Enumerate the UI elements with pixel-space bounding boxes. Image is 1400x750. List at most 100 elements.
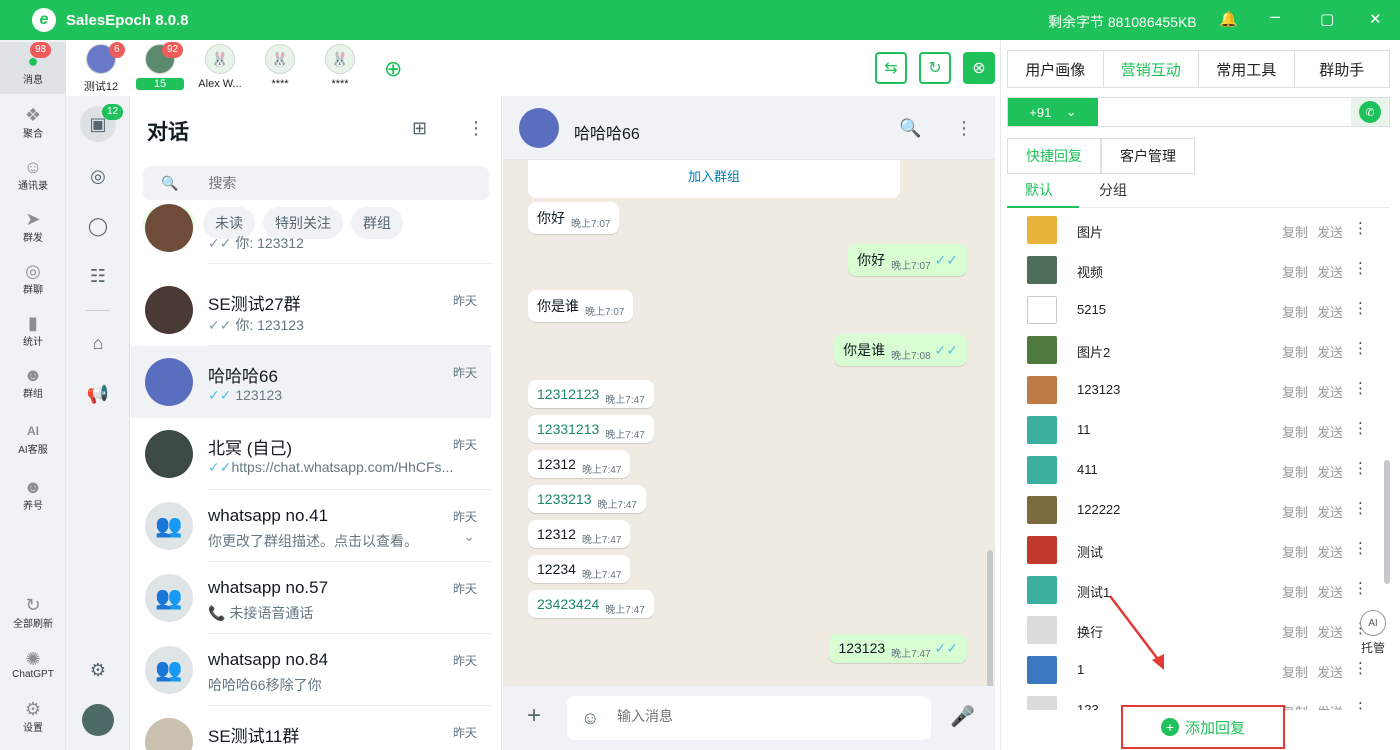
chat-row-selected[interactable]: 哈哈哈66 昨天 ✓✓ 123123: [131, 346, 491, 418]
contact-name[interactable]: 哈哈哈66: [574, 120, 640, 144]
sticker-icon[interactable]: ☺: [581, 708, 599, 729]
send-button[interactable]: 发送: [1317, 542, 1343, 561]
rail-item-ai[interactable]: AI AI客服: [0, 412, 66, 464]
chat-row[interactable]: ✓✓ 你: 123312: [131, 192, 491, 264]
status-icon[interactable]: ◎: [84, 162, 112, 190]
attach-plus-icon[interactable]: +: [527, 702, 541, 730]
megaphone-icon[interactable]: 📢: [84, 380, 112, 408]
tab-customer-management[interactable]: 客户管理: [1101, 138, 1195, 174]
account-item[interactable]: 🐰 ****: [310, 44, 370, 90]
send-button[interactable]: 发送: [1317, 422, 1343, 441]
rail-item-stats[interactable]: ▮ 统计: [0, 304, 66, 356]
send-button[interactable]: 发送: [1317, 582, 1343, 601]
reply-scrollbar[interactable]: [1384, 460, 1390, 584]
send-button[interactable]: 发送: [1317, 222, 1343, 241]
more-icon[interactable]: ⋮: [1353, 339, 1368, 357]
account-item[interactable]: 🐰 Alex W...: [190, 44, 250, 90]
tab-quick-reply[interactable]: 快捷回复: [1007, 138, 1101, 174]
more-icon[interactable]: ⋮: [1353, 379, 1368, 397]
copy-button[interactable]: 复制: [1282, 502, 1308, 521]
menu-icon[interactable]: ⋮: [467, 118, 485, 139]
chevron-down-icon[interactable]: ⌄: [463, 528, 475, 545]
send-button[interactable]: 发送: [1317, 502, 1343, 521]
copy-button[interactable]: 复制: [1282, 302, 1308, 321]
tab-user-profile[interactable]: 用户画像: [1008, 51, 1104, 87]
send-button[interactable]: 发送: [1317, 462, 1343, 481]
maximize-icon[interactable]: ▢: [1320, 10, 1334, 28]
account-item[interactable]: 测试12 6: [71, 42, 131, 94]
send-button[interactable]: 发送: [1317, 702, 1343, 710]
message-scrollbar[interactable]: [987, 550, 993, 686]
rail-item-aggregate[interactable]: ❖ 聚合: [0, 96, 66, 148]
more-icon[interactable]: ⋮: [1353, 579, 1368, 597]
menu-icon[interactable]: ⋮: [955, 118, 973, 139]
phone-input[interactable]: [1098, 98, 1351, 126]
close-session-button[interactable]: ⊗: [963, 52, 995, 84]
avatar[interactable]: [519, 108, 559, 148]
rail-item-group-chat[interactable]: ◎ 群聊: [0, 252, 66, 304]
tab-tools[interactable]: 常用工具: [1199, 51, 1295, 87]
rail-item-groups[interactable]: ☻ 群组: [0, 356, 66, 408]
ai-hosting-icon[interactable]: AI: [1360, 610, 1386, 636]
rail-item-messages[interactable]: ● 消息 98: [0, 42, 66, 94]
chat-row[interactable]: 北冥 (自己) 昨天 ✓✓https://chat.whatsapp.com/H…: [131, 418, 491, 490]
send-button[interactable]: 发送: [1317, 382, 1343, 401]
channels-icon[interactable]: ◯: [84, 212, 112, 240]
group-grouping[interactable]: 分组: [1099, 180, 1127, 200]
search-input[interactable]: [208, 175, 469, 191]
minimize-icon[interactable]: –: [1270, 6, 1280, 27]
more-icon[interactable]: ⋮: [1353, 499, 1368, 517]
send-button[interactable]: 发送: [1317, 622, 1343, 641]
send-button[interactable]: 发送: [1317, 342, 1343, 361]
close-icon[interactable]: ✕: [1369, 10, 1382, 28]
tab-group-assistant[interactable]: 群助手: [1295, 51, 1390, 87]
copy-button[interactable]: 复制: [1282, 422, 1308, 441]
communities-icon[interactable]: ☷: [84, 262, 112, 290]
whatsapp-chat-button[interactable]: ✆: [1351, 98, 1389, 126]
group-default[interactable]: 默认: [1025, 180, 1053, 200]
rail-item-broadcast[interactable]: ➤ 群发: [0, 200, 66, 252]
add-account-icon[interactable]: ⊕: [384, 56, 402, 82]
copy-button[interactable]: 复制: [1282, 262, 1308, 281]
account-item[interactable]: 🐰 ****: [250, 44, 310, 90]
more-icon[interactable]: ⋮: [1353, 299, 1368, 317]
chat-row[interactable]: 👥 whatsapp no.84 昨天 哈哈哈66移除了你: [131, 634, 491, 706]
copy-button[interactable]: 复制: [1282, 662, 1308, 681]
search-icon[interactable]: 🔍: [899, 118, 921, 139]
more-icon[interactable]: ⋮: [1353, 699, 1368, 710]
rail-item-contacts[interactable]: ☺ 通讯录: [0, 148, 66, 200]
microphone-icon[interactable]: 🎤: [950, 704, 975, 729]
copy-button[interactable]: 复制: [1282, 222, 1308, 241]
message-input[interactable]: [617, 708, 897, 724]
chat-row[interactable]: 👥 whatsapp no.57 昨天 📞 未接语音通话: [131, 562, 491, 634]
copy-button[interactable]: 复制: [1282, 702, 1308, 710]
copy-button[interactable]: 复制: [1282, 542, 1308, 561]
more-icon[interactable]: ⋮: [1353, 539, 1368, 557]
switch-button[interactable]: ⇆: [875, 52, 907, 84]
more-icon[interactable]: ⋮: [1353, 259, 1368, 277]
tab-marketing[interactable]: 营销互动: [1104, 51, 1199, 87]
chat-row[interactable]: SE测试27群 昨天 ✓✓ 你: 123123: [131, 274, 491, 346]
send-button[interactable]: 发送: [1317, 662, 1343, 681]
more-icon[interactable]: ⋮: [1353, 219, 1368, 237]
more-icon[interactable]: ⋮: [1353, 659, 1368, 677]
profile-avatar[interactable]: [82, 704, 114, 736]
country-code-select[interactable]: +91 ⌄: [1008, 98, 1098, 126]
copy-button[interactable]: 复制: [1282, 462, 1308, 481]
store-icon[interactable]: ⌂: [84, 329, 112, 357]
new-chat-icon[interactable]: ⊞: [412, 118, 427, 139]
copy-button[interactable]: 复制: [1282, 342, 1308, 361]
send-button[interactable]: 发送: [1317, 262, 1343, 281]
account-item[interactable]: 15 92: [130, 42, 190, 90]
chatgpt-button[interactable]: ✺ ChatGPT: [0, 638, 66, 690]
copy-button[interactable]: 复制: [1282, 622, 1308, 641]
settings-button[interactable]: ⚙ 设置: [0, 690, 66, 742]
reload-button[interactable]: ↻: [919, 52, 951, 84]
chat-row[interactable]: SE测试11群 昨天: [131, 706, 491, 750]
rail-item-nurture[interactable]: ☻ 养号: [0, 468, 66, 520]
more-icon[interactable]: ⋮: [1353, 459, 1368, 477]
more-icon[interactable]: ⋮: [1353, 419, 1368, 437]
add-reply-button[interactable]: + 添加回复: [1121, 705, 1285, 749]
refresh-all-button[interactable]: ↻ 全部刷新: [0, 586, 66, 638]
copy-button[interactable]: 复制: [1282, 582, 1308, 601]
